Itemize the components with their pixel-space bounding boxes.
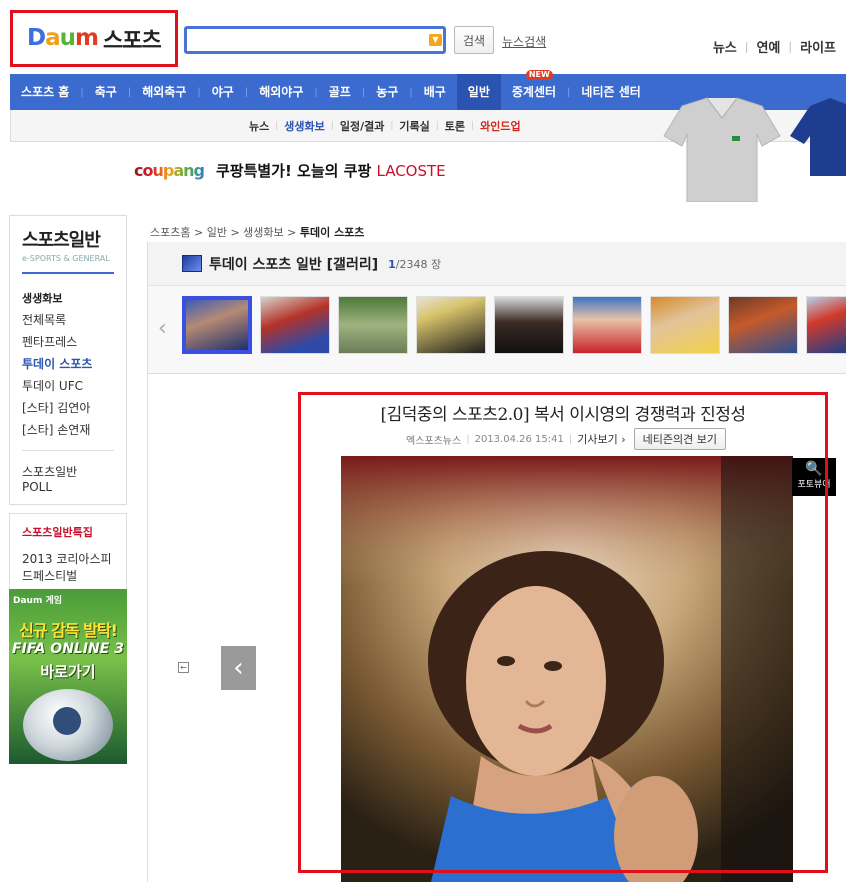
breadcrumb-home[interactable]: 스포츠홈 — [150, 226, 190, 239]
thumbnail-strip: ‹ — [148, 286, 846, 374]
breadcrumb-sep: > — [287, 226, 297, 239]
sidebar-subtitle: e-SPORTS & GENERAL — [22, 254, 114, 274]
sidebar-item-all[interactable]: 전체목록 — [22, 311, 114, 328]
thumbnail[interactable] — [416, 296, 486, 354]
breadcrumb-sep: > — [230, 226, 240, 239]
sidebar-heading: 생생화보 — [22, 292, 63, 305]
coupang-banner[interactable]: coupang 쿠팡특별가! 오늘의 쿠팡 LACOSTE — [134, 160, 446, 181]
polo-shirt-grey-image[interactable] — [662, 96, 782, 202]
fifa-online-ad[interactable]: Daum 게임 신규 감독 발탁! FIFA ONLINE 3 바로가기 — [9, 589, 127, 764]
separator: | — [788, 40, 793, 53]
gallery-count: 1/2348 장 — [388, 256, 441, 272]
gallery-unit: 장 — [430, 257, 442, 271]
logo-letter-u: u — [59, 25, 76, 51]
chevron-left-icon: ‹ — [233, 653, 244, 683]
ad-headline: 신규 감독 발탁! — [19, 621, 118, 640]
sidebar-item-poll[interactable]: 스포츠일반 POLL — [22, 463, 92, 494]
search-button[interactable]: 검색 — [454, 26, 494, 54]
polo-shirt-navy-image[interactable] — [790, 96, 846, 176]
breadcrumb: 스포츠홈 > 일반 > 생생화보 > 투데이 스포츠 — [150, 224, 364, 240]
nav-soccer[interactable]: 축구 — [84, 74, 128, 110]
sidebar-item-pentapress[interactable]: 펜타프레스 — [22, 333, 114, 350]
gallery-current: 1 — [388, 257, 396, 271]
thumbnail[interactable] — [650, 296, 720, 354]
sidebar-title[interactable]: 스포츠일반 — [22, 226, 114, 252]
daum-sports-logo[interactable]: Daum 스포츠 — [10, 10, 178, 67]
lacoste-brand: LACOSTE — [376, 162, 446, 180]
breadcrumb-current: 투데이 스포츠 — [299, 226, 365, 239]
subnav-news[interactable]: 뉴스 — [243, 118, 275, 134]
coupang-logo: coupang — [134, 161, 205, 180]
thumbnail[interactable] — [572, 296, 642, 354]
logo-letter-a: a — [45, 25, 61, 51]
thumbnail[interactable] — [182, 296, 252, 354]
nav-broadcast-label: 중계센터 — [511, 85, 557, 99]
breadcrumb-general[interactable]: 일반 — [207, 226, 227, 239]
gallery-total: /2348 — [395, 257, 428, 271]
special-link[interactable]: 2013 코리아스피드페스티벌 — [22, 550, 114, 584]
subnav-windup[interactable]: 와인드업 — [474, 118, 526, 134]
sidebar-special: 스포츠일반특집 2013 코리아스피드페스티벌 — [9, 513, 127, 595]
nav-golf[interactable]: 골프 — [318, 74, 362, 110]
nav-baseball[interactable]: 야구 — [201, 74, 245, 110]
coupang-brand: coupang — [134, 161, 205, 180]
highlight-frame — [298, 392, 828, 873]
nav-sports-home[interactable]: 스포츠 홈 — [10, 74, 80, 110]
thumbnail[interactable] — [494, 296, 564, 354]
breadcrumb-sep: > — [193, 226, 204, 239]
subnav-records[interactable]: 기록실 — [393, 118, 435, 134]
nav-world-baseball[interactable]: 해외야구 — [248, 74, 314, 110]
new-badge: NEW — [525, 70, 553, 80]
nav-volleyball[interactable]: 배구 — [413, 74, 457, 110]
nav-netizen-center[interactable]: 네티즌 센터 — [570, 74, 651, 110]
logo-letter-m: m — [75, 25, 99, 51]
thumbnail[interactable] — [806, 296, 846, 354]
top-links: 뉴스 | 연예 | 라이프 — [713, 37, 836, 56]
daum-logo: Daum — [27, 25, 99, 51]
ad-daum-game-logo: Daum 게임 — [13, 596, 63, 606]
special-title: 스포츠일반특집 — [22, 526, 93, 539]
nav-broadcast-center[interactable]: 중계센터 NEW — [501, 70, 567, 110]
search-dropdown-icon[interactable]: ▼ — [429, 34, 442, 46]
sidebar-item-star-son[interactable]: [스타] 손연재 — [22, 421, 114, 438]
thumbnail[interactable] — [260, 296, 330, 354]
ad-cta: 바로가기 — [40, 663, 96, 681]
separator: | — [744, 40, 749, 53]
subnav-photos[interactable]: 생생화보 — [278, 118, 330, 134]
news-search-link[interactable]: 뉴스검색 — [502, 33, 546, 50]
prev-small-icon[interactable]: ← — [178, 662, 189, 673]
prev-photo-button[interactable]: ‹ — [221, 646, 256, 690]
banner-text: 쿠팡특별가! 오늘의 쿠팡 LACOSTE — [216, 160, 446, 181]
subnav-debate[interactable]: 토론 — [439, 118, 471, 134]
sidebar-menu: 스포츠일반 e-SPORTS & GENERAL 생생화보 전체목록 펜타프레스… — [9, 215, 127, 505]
gallery-icon — [182, 255, 202, 272]
thumbnail[interactable] — [338, 296, 408, 354]
thumbnail[interactable] — [728, 296, 798, 354]
mini-pager: ← — [178, 662, 189, 673]
search-box[interactable]: ▼ — [184, 26, 446, 54]
search-input[interactable] — [187, 29, 427, 51]
nav-basketball[interactable]: 농구 — [365, 74, 409, 110]
chevron-left-icon[interactable]: ‹ — [158, 316, 167, 341]
sidebar-item-star-kim[interactable]: [스타] 김연아 — [22, 399, 114, 416]
breadcrumb-photos[interactable]: 생생화보 — [243, 226, 283, 239]
top-link-news[interactable]: 뉴스 — [713, 37, 737, 56]
divider — [22, 450, 114, 451]
sidebar: 스포츠일반 e-SPORTS & GENERAL 생생화보 전체목록 펜타프레스… — [9, 215, 127, 764]
gallery-header: 투데이 스포츠 일반 [갤러리] 1/2348 장 — [148, 242, 846, 286]
sidebar-item-today-ufc[interactable]: 투데이 UFC — [22, 377, 114, 394]
gallery-title: 투데이 스포츠 일반 [갤러리] — [209, 256, 379, 273]
logo-sports-text: 스포츠 — [102, 28, 162, 54]
banner-slogan: 쿠팡특별가! 오늘의 쿠팡 — [215, 162, 372, 180]
nav-general[interactable]: 일반 — [456, 74, 501, 110]
ad-game-title: FIFA ONLINE 3 — [12, 641, 124, 657]
sidebar-item-today-sports[interactable]: 투데이 스포츠 — [22, 355, 114, 372]
top-link-entertainment[interactable]: 연예 — [756, 37, 780, 56]
nav-world-soccer[interactable]: 해외축구 — [131, 74, 197, 110]
top-link-life[interactable]: 라이프 — [800, 37, 836, 56]
soccer-ball-image — [23, 689, 113, 761]
logo-letter-d: D — [27, 25, 46, 51]
subnav-schedule[interactable]: 일정/결과 — [334, 118, 391, 134]
